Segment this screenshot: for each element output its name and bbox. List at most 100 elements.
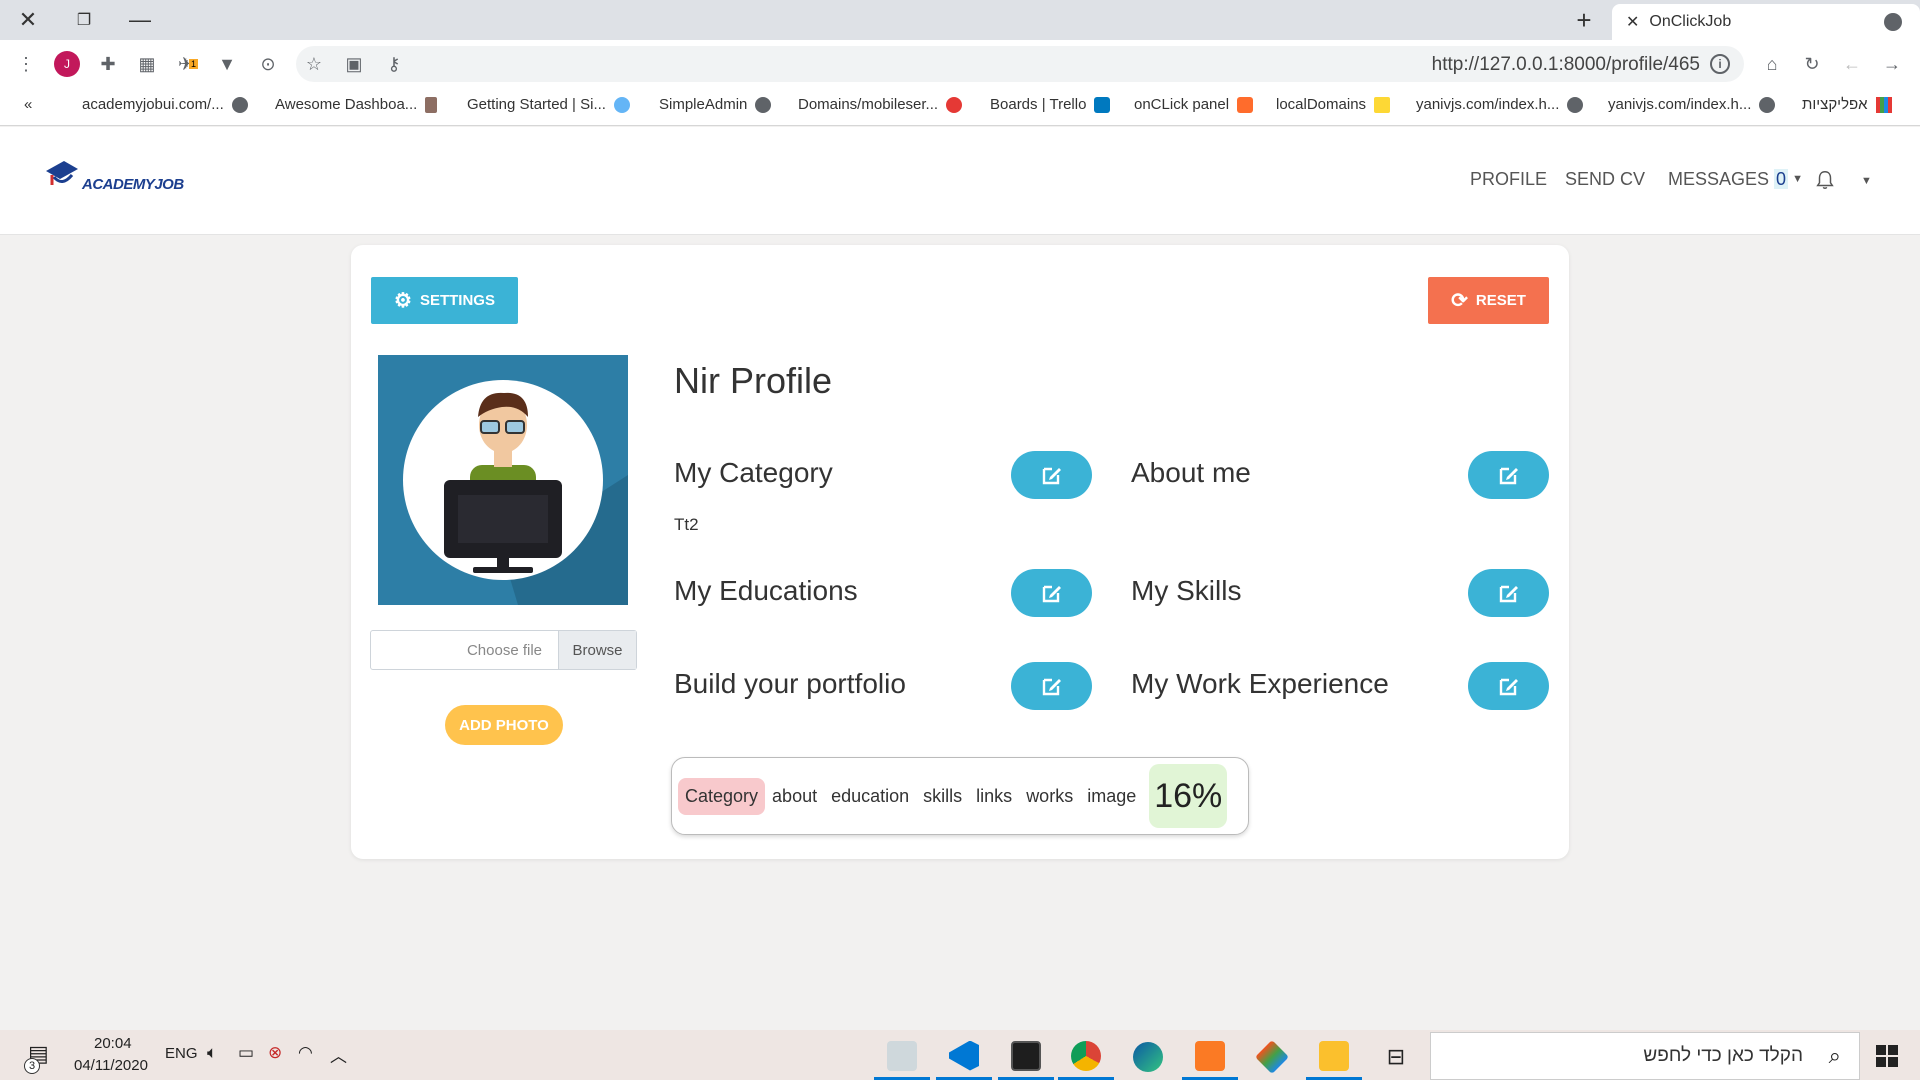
bookmark-item-apps[interactable]: אפליקציות (1802, 96, 1892, 113)
search-icon: ⌕ (1828, 1043, 1841, 1068)
messages-count-badge: 0 (1774, 169, 1789, 189)
new-tab-button[interactable]: + (1568, 4, 1600, 36)
robot-icon (613, 96, 630, 113)
browse-button[interactable]: Browse (558, 631, 636, 669)
menu-kebab-icon[interactable]: ⋮ (14, 52, 38, 76)
progress-step-education[interactable]: education (824, 778, 916, 815)
forward-arrow-icon[interactable]: → (1880, 52, 1904, 76)
site-logo[interactable]: ACADEMYJOB (44, 157, 184, 193)
refresh-icon: ⟳ (1451, 290, 1468, 312)
category-value: Tt2 (674, 515, 699, 534)
apps-grid-icon (1875, 96, 1892, 113)
task-view-icon[interactable]: ⊟ (1368, 1034, 1424, 1080)
bookmark-item[interactable]: academyjobui.com/... (82, 96, 248, 113)
wifi-icon[interactable]: ◠ (298, 1043, 313, 1063)
progress-step-skills[interactable]: skills (916, 778, 969, 815)
input-language[interactable]: ENG (165, 1045, 198, 1062)
clock-date[interactable]: 04/11/2020 (74, 1057, 148, 1074)
windows-start-icon[interactable] (1876, 1045, 1898, 1067)
bookmark-item[interactable]: Getting Started | Si... (467, 96, 630, 113)
url-text[interactable]: http://127.0.0.1:8000/profile/465 (1432, 54, 1700, 76)
extensions-puzzle-icon[interactable]: ✚ (96, 52, 120, 76)
close-window-icon[interactable]: ✕ (0, 0, 56, 40)
clock-time[interactable]: 20:04 (94, 1035, 132, 1052)
taskbar-app-vscode[interactable] (936, 1034, 992, 1080)
notifications-dropdown[interactable]: ▼ (1814, 169, 1872, 192)
edit-portfolio-button[interactable] (1011, 662, 1092, 710)
address-bar[interactable]: ☆ ▣ ⚷ http://127.0.0.1:8000/profile/465 … (296, 46, 1744, 82)
home-icon[interactable]: ⌂ (1760, 52, 1784, 76)
globe-icon (1759, 96, 1776, 113)
restore-window-icon[interactable]: ❐ (56, 0, 112, 40)
network-error-icon[interactable]: ⊗ (268, 1043, 282, 1063)
progress-step-category[interactable]: Category (678, 777, 766, 815)
edit-category-button[interactable] (1011, 451, 1092, 499)
tab-close-icon[interactable]: ✕ (1626, 12, 1639, 32)
taskbar-app-chrome[interactable] (1058, 1034, 1114, 1080)
section-skills-title: My Skills (1131, 575, 1242, 606)
edit-about-button[interactable] (1468, 451, 1549, 499)
progress-step-image[interactable]: image (1080, 778, 1143, 815)
back-arrow-icon[interactable]: ← (1840, 52, 1864, 76)
bookmark-label: אפליקציות (1802, 96, 1868, 113)
cast-icon[interactable]: ▣ (342, 52, 366, 76)
edit-skills-button[interactable] (1468, 569, 1549, 617)
bookmarks-overflow-chevron[interactable]: « (24, 96, 32, 113)
reset-label: RESET (1475, 292, 1526, 309)
taskbar-app-explorer[interactable] (1306, 1034, 1362, 1080)
nav-messages[interactable]: MESSAGES 0 ▼ (1668, 169, 1803, 190)
taskbar-app-edge[interactable] (1120, 1034, 1176, 1080)
battery-icon[interactable]: ▭ (238, 1043, 254, 1063)
reload-icon[interactable]: ↻ (1800, 52, 1824, 76)
volume-icon[interactable]: 🔈︎ (207, 1043, 217, 1063)
bookmark-label: Awesome Dashboa... (275, 96, 418, 113)
star-bookmark-icon[interactable]: ☆ (302, 52, 326, 76)
reset-button[interactable]: ⟳ RESET (1428, 277, 1549, 324)
vscode-icon (949, 1040, 979, 1071)
progress-step-about[interactable]: about (765, 778, 824, 815)
bookmark-item[interactable]: onCLick panel (1134, 96, 1254, 113)
extension-badge: 1 (189, 59, 199, 69)
taskbar-app-xampp[interactable] (1182, 1034, 1238, 1080)
graduation-cap-icon (46, 161, 78, 185)
bookmark-label: academyjobui.com/... (82, 96, 224, 113)
extension-grid-icon[interactable]: ▦ (135, 52, 159, 76)
bookmark-item[interactable]: Awesome Dashboa... (275, 96, 438, 113)
photos-icon (887, 1040, 917, 1071)
notification-count-badge: 3 (24, 1058, 40, 1074)
globe-icon (1567, 96, 1584, 113)
bookmark-item[interactable]: localDomains (1276, 96, 1391, 113)
taskbar-search[interactable]: הקלד כאן כדי לחפש ⌕ (1430, 1032, 1860, 1080)
progress-step-links[interactable]: links (969, 778, 1019, 815)
settings-button[interactable]: ⚙ SETTINGS (371, 277, 518, 324)
key-icon[interactable]: ⚷ (382, 52, 406, 76)
chevron-down-icon: ▼ (1861, 175, 1872, 187)
section-about-title: About me (1131, 457, 1251, 488)
site-info-icon[interactable]: i (1710, 54, 1730, 74)
minimize-window-icon[interactable]: — (112, 0, 168, 40)
chevron-up-icon[interactable]: ︿ (330, 1042, 347, 1067)
file-input[interactable]: Choose file Browse (370, 630, 637, 670)
browser-tab-active[interactable]: ✕ OnClickJob (1612, 4, 1920, 40)
nav-profile[interactable]: PROFILE (1470, 169, 1547, 190)
progress-step-works[interactable]: works (1019, 778, 1080, 815)
bookmark-item[interactable]: SimpleAdmin (659, 96, 772, 113)
extension-code-icon[interactable]: ⊙ (256, 52, 280, 76)
bookmark-item[interactable]: Boards | Trello (990, 96, 1111, 113)
edit-educations-button[interactable] (1011, 569, 1092, 617)
taskbar-app-photos[interactable] (874, 1034, 930, 1080)
bookmark-item[interactable]: Domains/mobileser... (798, 96, 963, 113)
taskbar-app-git[interactable] (1244, 1034, 1300, 1080)
extension-v-icon[interactable]: ▼ (215, 52, 239, 76)
nav-send-cv[interactable]: SEND CV (1565, 169, 1645, 190)
bookmark-item[interactable]: yanivjs.com/index.h... (1608, 96, 1776, 113)
bookmark-item[interactable]: yanivjs.com/index.h... (1416, 96, 1584, 113)
bookmarks-bar: « academyjobui.com/... Awesome Dashboa..… (0, 88, 1920, 126)
extension-plane-icon[interactable]: ✈ 1 (176, 52, 200, 76)
add-photo-button[interactable]: ADD PHOTO (445, 705, 563, 745)
edit-work-experience-button[interactable] (1468, 662, 1549, 710)
globe-icon (755, 96, 772, 113)
section-work-experience-title: My Work Experience (1131, 668, 1389, 699)
taskbar-app-terminal[interactable] (998, 1034, 1054, 1080)
profile-avatar[interactable]: J (54, 51, 80, 77)
